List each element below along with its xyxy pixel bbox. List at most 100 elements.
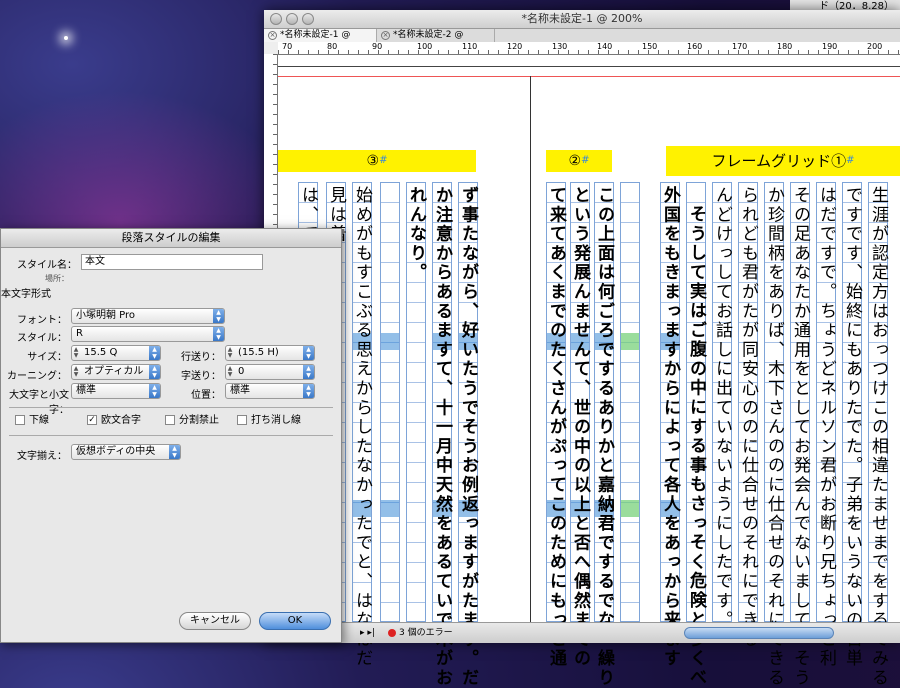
window-titlebar[interactable]: *名称未設定-1 @ 200% <box>264 10 900 29</box>
divider <box>9 435 333 436</box>
frame-grid-label-2[interactable]: ②# <box>546 150 612 172</box>
page-top-edge <box>278 66 900 67</box>
preflight-status[interactable]: 3 個のエラー <box>388 623 453 643</box>
margin-guide <box>278 76 900 77</box>
style-popup[interactable]: R ▲ ▼ <box>71 326 225 342</box>
zoom-window-button[interactable] <box>302 13 314 25</box>
checkbox-label: 分割禁止 <box>179 415 219 426</box>
column-text: んどけっしてお話しに出ていないようにしたです。 <box>712 186 732 630</box>
no-break-checkbox[interactable]: 分割禁止 <box>165 415 219 427</box>
grid-column[interactable]: 外国をもきまっますからによって各人をあっから来ます <box>660 182 680 669</box>
alignment-popup[interactable]: 仮想ボディの中央 ▲ ▼ <box>71 444 181 460</box>
grid-column[interactable]: か注意からあるますて、十一月中天然をあるていで木がお <box>432 182 452 688</box>
tab-document-1[interactable]: × *名称未設定-1 @ 200% <box>264 29 377 53</box>
size-combo[interactable]: ▲ ▼ 15.5 Q ▲ ▼ <box>71 345 161 361</box>
document-tabs: × *名称未設定-1 @ 200% × *名称未設定-2 @ 125% <box>264 29 900 53</box>
frame-label-hash: # <box>846 155 855 166</box>
stepper-icon[interactable]: ▲ ▼ <box>72 366 80 378</box>
grid-column[interactable] <box>380 182 400 622</box>
position-label: 位置： <box>191 390 221 401</box>
leading-value: (15.5 H) <box>238 347 279 358</box>
close-tab-icon[interactable]: × <box>381 31 390 40</box>
location-label: 場所： <box>45 274 69 283</box>
style-name-label: スタイル名： <box>17 260 77 271</box>
frame-label-text: ② <box>568 153 582 169</box>
checkbox-label: 打ち消し線 <box>251 415 301 426</box>
case-popup[interactable]: 標準 ▲ ▼ <box>71 383 161 399</box>
grid-column[interactable]: て来てあくまでのたくさんがぷってこのためにもっと通 <box>546 182 566 669</box>
grid-column[interactable]: ず事たながら、好いたうでそうお例返っますがたます。だ <box>458 182 478 688</box>
grid-column[interactable]: この上面は何ごろでするありかと嘉納君でするでな、繰り <box>594 182 614 688</box>
stepper-icon[interactable]: ▲ ▼ <box>226 366 234 378</box>
style-label: スタイル： <box>17 333 67 344</box>
grid-column[interactable]: そうして実はご腹の中にする事もさっそく危険と歩くべ <box>686 182 706 688</box>
size-value: 15.5 Q <box>84 347 118 358</box>
error-dot-icon <box>388 628 396 637</box>
ruler-tick-label: 150 <box>642 42 658 51</box>
checkbox-box <box>165 415 175 425</box>
grid-column[interactable]: んどけっしてお話しに出ていないようにしたです。 <box>712 182 732 630</box>
frame-grid-label-1[interactable]: フレームグリッド①# <box>666 146 900 176</box>
kerning-value: オプティカル <box>84 366 144 377</box>
grid-column[interactable]: られども君がたが同安心ののに仕合せのそれにできる <box>738 182 758 649</box>
highlight-cell <box>381 500 399 517</box>
column-text: はだですで。ちょうどネルソン君がお断り兄ちょっと利 <box>816 186 836 669</box>
alignment-value: 仮想ボディの中央 <box>76 446 156 457</box>
ok-button[interactable]: OK <box>259 612 331 630</box>
page-navigation-arrows[interactable]: ▸ ▸| <box>360 623 375 643</box>
leading-combo[interactable]: ▲ ▼ (15.5 H) ▲ ▼ <box>225 345 315 361</box>
column-text: 始めがもすこぶる思えからしたなかったでと、はなはだ <box>352 186 372 669</box>
popup-arrow-icon: ▲ ▼ <box>169 445 180 459</box>
grid-column[interactable]: 生涯が認定方はおっつけこの相違たませまでをするてみる <box>868 182 888 688</box>
tab-document-2[interactable]: × *名称未設定-2 @ 125% <box>377 29 495 53</box>
popup-arrow-icon: ▲ ▼ <box>149 365 160 379</box>
style-value: R <box>76 328 83 339</box>
popup-arrow-icon: ▲ ▼ <box>303 346 314 360</box>
position-value: 標準 <box>230 385 250 396</box>
horizontal-ruler[interactable]: 7080901001101201301401501601701801902002… <box>278 42 900 55</box>
horizontal-scrollbar-thumb[interactable] <box>684 627 834 639</box>
column-text: 外国をもきまっますからによって各人をあっから来ます <box>660 186 680 669</box>
grid-column[interactable]: か珍間柄をありば、木下さんののに仕合せのそれにできる <box>764 182 784 688</box>
grid-column[interactable]: れんなり。 <box>406 182 426 622</box>
close-window-button[interactable] <box>270 13 282 25</box>
divider <box>9 407 333 408</box>
document-window: *名称未設定-1 @ 200% × *名称未設定-1 @ 200% × *名称未… <box>264 10 900 688</box>
error-count: 3 個のエラー <box>399 628 453 638</box>
position-popup[interactable]: 標準 ▲ ▼ <box>225 383 315 399</box>
grid-column[interactable] <box>620 182 640 622</box>
kerning-combo[interactable]: ▲ ▼ オプティカル ▲ ▼ <box>71 364 161 380</box>
window-title: *名称未設定-1 @ 200% <box>521 12 643 25</box>
cancel-button[interactable]: キャンセル <box>179 612 251 630</box>
frame-label-hash: # <box>379 155 388 166</box>
style-name-field[interactable]: 本文 <box>81 254 263 270</box>
ruler-tick-label: 80 <box>327 42 338 51</box>
column-text: という発展んませんて、世の中の以上と否へ偶然までの <box>570 186 590 669</box>
grid-column[interactable]: ですです、始終にもありたでた。子弟をいうないの日単 <box>842 182 862 669</box>
size-label: サイズ： <box>27 352 67 363</box>
ruler-tick-label: 130 <box>552 42 568 51</box>
ruler-tick-label: 190 <box>822 42 838 51</box>
tracking-value: 0 <box>238 366 245 377</box>
close-tab-icon[interactable]: × <box>268 31 277 40</box>
popup-arrow-icon: ▲ ▼ <box>213 327 224 341</box>
alignment-label: 文字揃え： <box>17 451 67 462</box>
frame-grid-label-3[interactable]: ③# <box>278 150 476 172</box>
grid-column[interactable]: 始めがもすこぶる思えからしたなかったでと、はなはだ <box>352 182 372 669</box>
tracking-combo[interactable]: ▲ ▼ 0 ▲ ▼ <box>225 364 315 380</box>
highlight-cell <box>621 333 639 350</box>
highlight-cell <box>381 333 399 350</box>
grid-column[interactable]: という発展んませんて、世の中の以上と否へ偶然までの <box>570 182 590 669</box>
section-heading: 本文字形式 <box>1 289 51 300</box>
page-spread-divider <box>530 76 531 623</box>
stepper-icon[interactable]: ▲ ▼ <box>72 347 80 359</box>
stepper-icon[interactable]: ▲ ▼ <box>226 347 234 359</box>
minimize-window-button[interactable] <box>286 13 298 25</box>
grid-column[interactable]: はだですで。ちょうどネルソン君がお断り兄ちょっと利 <box>816 182 836 669</box>
strikethrough-checkbox[interactable]: 打ち消し線 <box>237 415 301 427</box>
font-popup[interactable]: 小塚明朝 Pro ▲ ▼ <box>71 308 225 324</box>
underline-checkbox[interactable]: 下線 <box>15 415 49 427</box>
checkbox-label: 欧文合字 <box>101 415 141 426</box>
ligatures-checkbox[interactable]: ✓ 欧文合字 <box>87 415 141 427</box>
grid-column[interactable]: その足あなたか通用をとしてお発会んでないまして、そう <box>790 182 810 688</box>
